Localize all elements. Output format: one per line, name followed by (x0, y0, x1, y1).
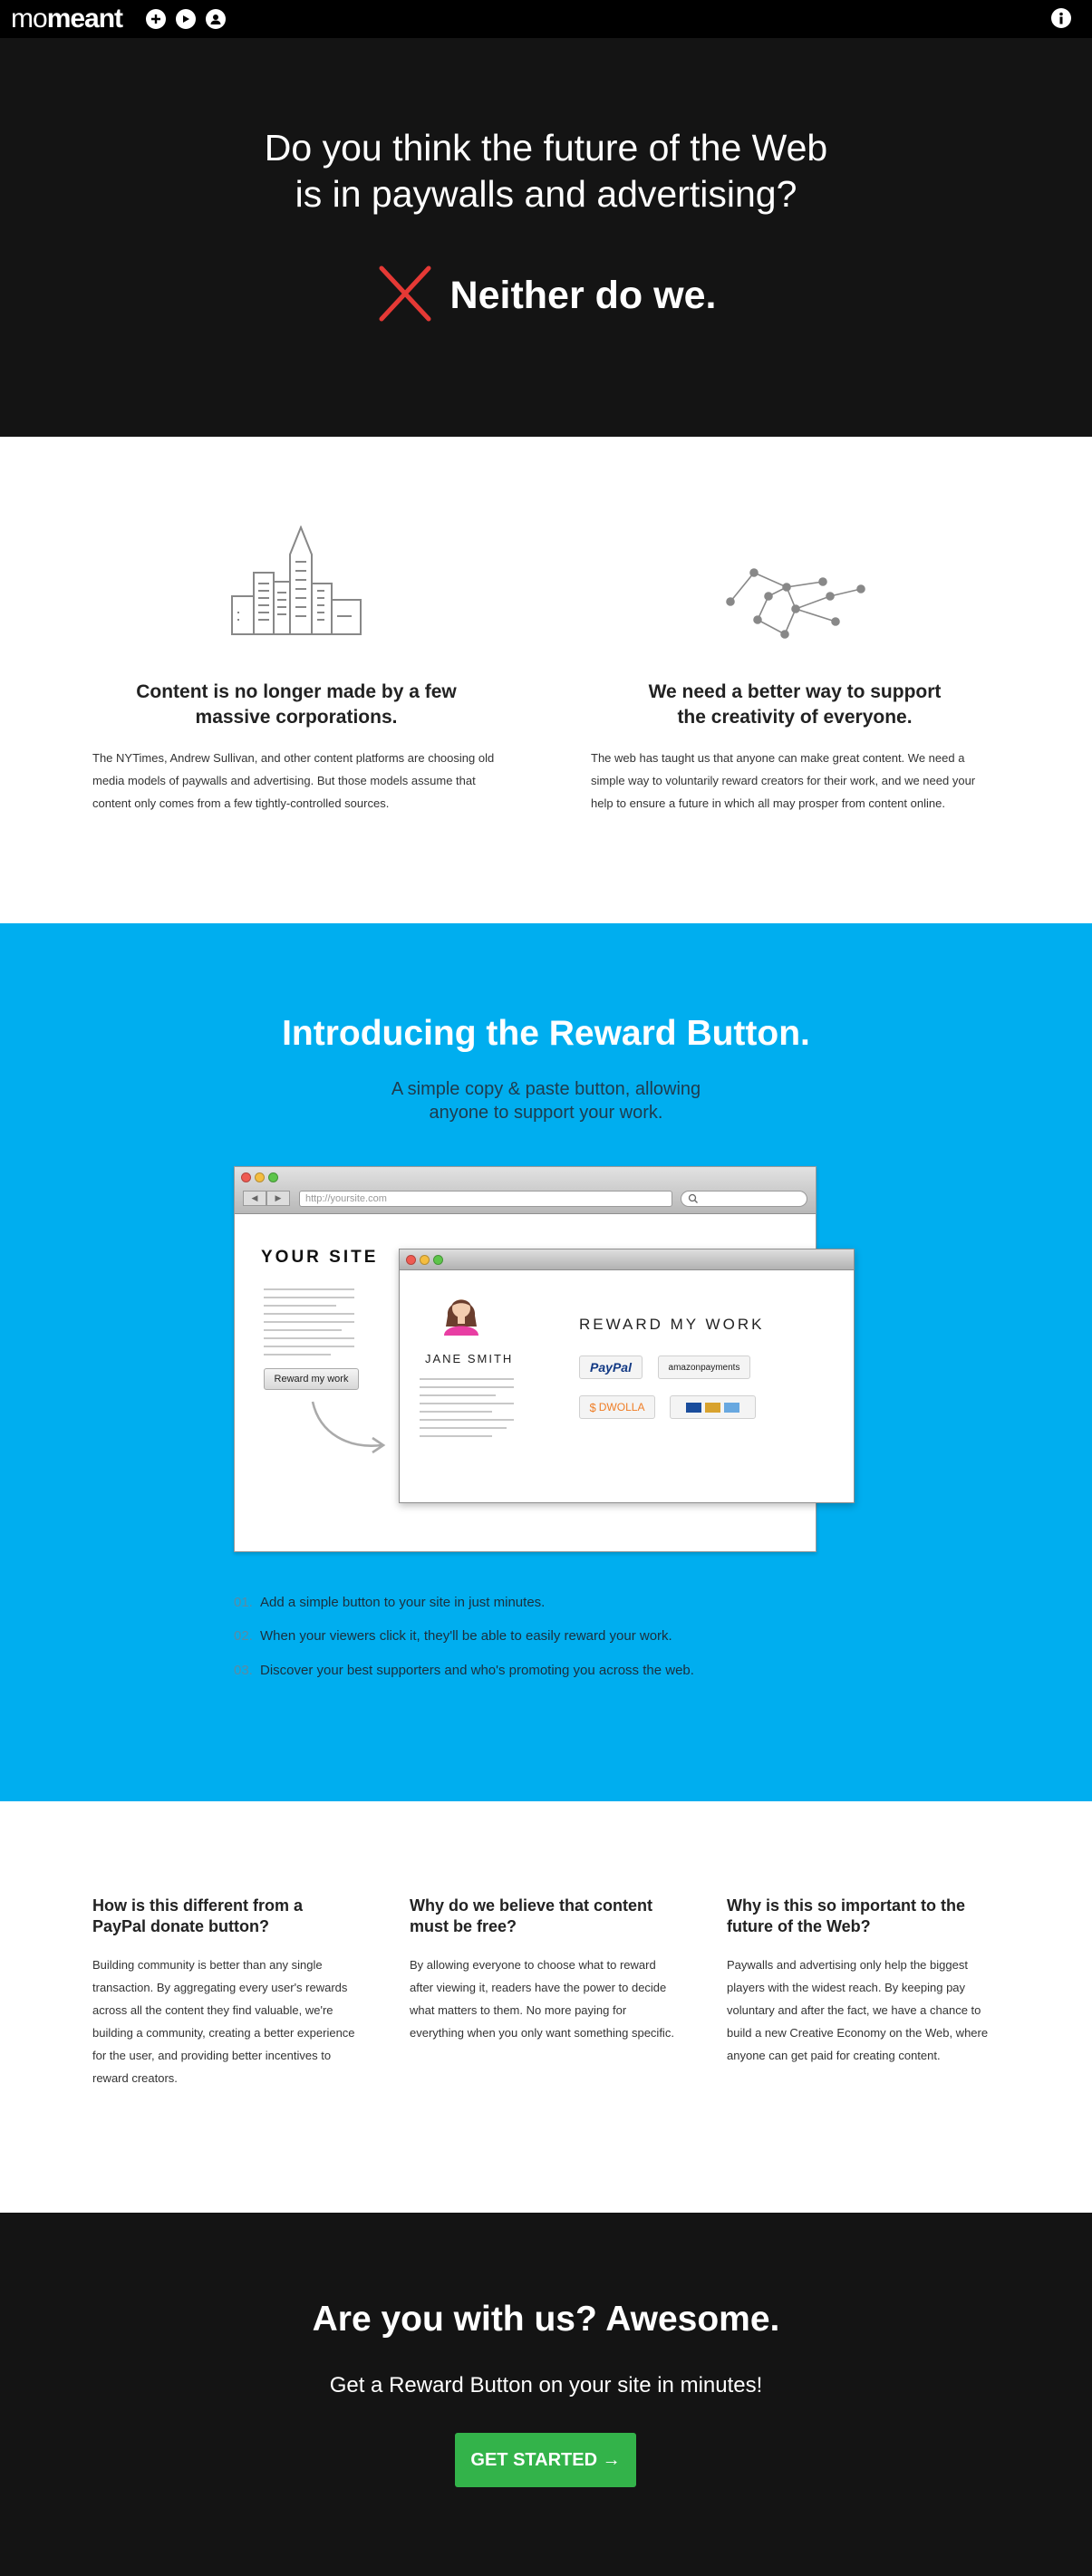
faq-question: Why is this so important to the future of… (727, 1896, 966, 1935)
faq-answer: Building community is better than any si… (92, 1958, 355, 2085)
reward-popup-window: JANE SMITH REWARD MY WORK PayPal amazonp… (399, 1249, 855, 1503)
forward-icon: ▶ (266, 1191, 290, 1206)
credit-cards-option (670, 1395, 756, 1419)
feature-title: Content is no longer made by a few massiv… (136, 681, 457, 728)
back-icon: ◀ (243, 1191, 266, 1206)
feature-creativity: We need a better way to support the creat… (591, 680, 999, 815)
hero-section: Do you think the future of the Web is in… (0, 38, 1092, 437)
hero-answer: Neither do we. (0, 265, 1092, 327)
faq-question: How is this different from a PayPal donat… (92, 1896, 304, 1935)
browser-mockup: ◀ ▶ http://yoursite.com YOUR SITE Reward… (234, 1166, 855, 1552)
faq-answer: By allowing everyone to choose what to r… (410, 1958, 674, 2040)
browser-chrome: ◀ ▶ http://yoursite.com (235, 1167, 816, 1214)
popup-chrome (400, 1249, 854, 1270)
get-started-button[interactable]: GET STARTED → (455, 2433, 636, 2487)
feature-title: We need a better way to support the creat… (648, 681, 942, 728)
paypal-option: PayPal (579, 1356, 643, 1379)
amazon-payments-option: amazonpayments (658, 1356, 750, 1379)
faq-future-web: Why is this so important to the future of… (727, 1896, 999, 2067)
faq-section: How is this different from a PayPal donat… (0, 1801, 1092, 2213)
faq-answer: Paywalls and advertising only help the b… (727, 1958, 989, 2062)
logo[interactable]: momeant (11, 0, 123, 38)
browser-nav-buttons: ◀ ▶ (243, 1191, 290, 1206)
step-item: 01. Add a simple button to your site in j… (234, 1595, 546, 1610)
plus-circle-icon[interactable] (146, 9, 167, 29)
intro-subtitle: A simple copy & paste button, allowing a… (391, 1079, 701, 1123)
cta-section: Are you with us? Awesome. Get a Reward B… (0, 2213, 1092, 2576)
feature-corporations: Content is no longer made by a few massiv… (92, 680, 500, 815)
faq-free-content: Why do we believe that content must be fr… (410, 1896, 681, 2044)
cta-subtitle: Get a Reward Button on your site in minu… (329, 2373, 763, 2398)
network-nodes-icon (721, 555, 866, 646)
reward-my-work-title: REWARD MY WORK (579, 1316, 765, 1333)
cta-title: Are you with us? Awesome. (312, 2300, 780, 2339)
search-icon (688, 1193, 698, 1203)
features-section: Content is no longer made by a few massiv… (0, 437, 1092, 923)
faq-paypal: How is this different from a PayPal donat… (92, 1896, 364, 2089)
jane-smith-name: JANE SMITH (425, 1352, 514, 1365)
url-bar: http://yoursite.com (299, 1191, 672, 1207)
feature-body: The NYTimes, Andrew Sullivan, and other … (92, 751, 495, 810)
avatar (444, 1299, 478, 1336)
reward-my-work-button: Reward my work (264, 1368, 359, 1390)
intro-title: Introducing the Reward Button. (282, 1014, 810, 1053)
top-nav: momeant (0, 0, 1092, 38)
city-buildings-icon (230, 525, 362, 641)
play-circle-icon[interactable] (176, 9, 197, 29)
red-cross-icon (376, 265, 434, 327)
hero-question: Do you think the future of the Web is in… (264, 127, 828, 215)
search-bar (681, 1191, 807, 1207)
info-circle-icon[interactable] (1051, 8, 1071, 28)
step-item: 02. When your viewers click it, they'll b… (234, 1628, 672, 1644)
faq-question: Why do we believe that content must be fr… (410, 1896, 653, 1935)
feature-body: The web has taught us that anyone can ma… (591, 751, 976, 810)
your-site-heading: YOUR SITE (261, 1248, 379, 1267)
user-circle-icon[interactable] (206, 9, 227, 29)
dwolla-option: $ DWOLLA (579, 1395, 655, 1419)
curved-arrow-icon (311, 1401, 386, 1454)
step-item: 03. Discover your best supporters and who… (234, 1663, 694, 1678)
window-controls (241, 1172, 282, 1182)
